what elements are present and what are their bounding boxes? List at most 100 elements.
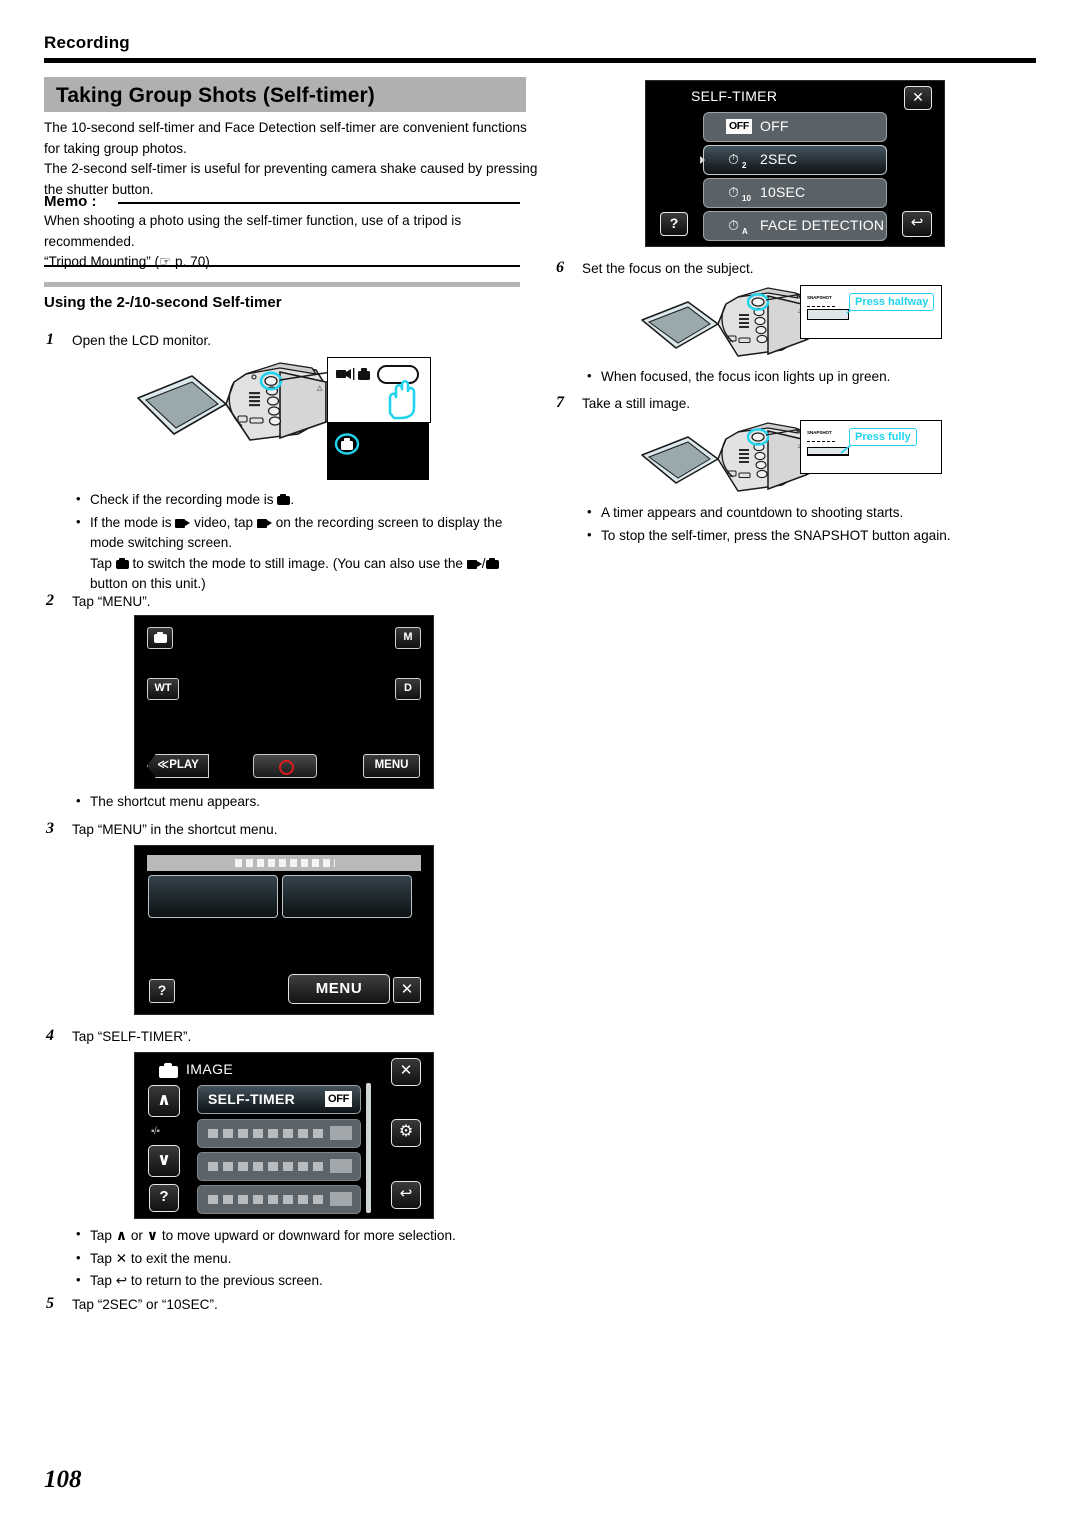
- help-button[interactable]: ?: [660, 212, 688, 236]
- bullet-text-e: to switch the mode to still image. (You …: [132, 555, 463, 571]
- shortcut-header-bar: [147, 855, 421, 871]
- manual-page: Recording Taking Group Shots (Self-timer…: [0, 0, 1080, 1527]
- header-rule: [44, 58, 1036, 63]
- section-divider: [44, 282, 520, 287]
- timer-2sec-subscript: 2: [742, 161, 747, 170]
- scroll-down-button[interactable]: ∨: [148, 1145, 180, 1177]
- bullet-text-a: Tap: [90, 1273, 112, 1288]
- play-button[interactable]: ≪PLAY: [147, 754, 209, 778]
- still-image-icon-menu: [159, 1063, 178, 1078]
- mode-switch-mini-screen: [327, 422, 429, 480]
- menu-row-blurred-1[interactable]: [197, 1119, 361, 1148]
- intro-text: The 10-second self-timer and Face Detect…: [44, 118, 544, 200]
- step-3-number: 3: [46, 820, 54, 837]
- bullet-text-a: Tap: [90, 1228, 112, 1243]
- menu-row-blurred-3[interactable]: [197, 1185, 361, 1214]
- bullet-mode-switch: If the mode is video, tap on the recordi…: [74, 512, 529, 595]
- bullet-text-b: or: [130, 1228, 143, 1243]
- blurred-label: [208, 1129, 323, 1138]
- bullet-timer-countdown: A timer appears and countdown to shootin…: [585, 502, 1010, 524]
- manual-mode-badge[interactable]: M: [395, 627, 421, 649]
- self-timer-menu-title: SELF-TIMER: [691, 88, 778, 104]
- step-6-bullets: When focused, the focus icon lights up i…: [585, 366, 1005, 390]
- bullet-text-end: .: [290, 492, 295, 507]
- step-7-bullets: A timer appears and countdown to shootin…: [585, 502, 1010, 548]
- step-6-number: 6: [556, 259, 564, 276]
- scroll-up-button[interactable]: ∧: [148, 1085, 180, 1117]
- bullet-text-a: Tap: [90, 1250, 112, 1266]
- bullet-text-g: button on this unit.): [90, 576, 206, 591]
- blurred-value: [330, 1159, 352, 1173]
- menu-row-blurred-2[interactable]: [197, 1152, 361, 1181]
- self-timer-option-face-detection[interactable]: ⏱ A FACE DETECTION: [703, 211, 887, 241]
- page-number: 108: [44, 1466, 82, 1493]
- chapter-heading: Recording: [44, 33, 130, 52]
- close-icon[interactable]: ✕: [391, 1058, 421, 1086]
- step-2-bullets: The shortcut menu appears.: [74, 791, 529, 815]
- help-button[interactable]: ?: [149, 1184, 179, 1212]
- self-timer-option-10sec[interactable]: ⏱ 10 10SEC: [703, 178, 887, 208]
- close-icon[interactable]: ✕: [904, 86, 932, 110]
- still-image-icon-badge: [153, 632, 167, 643]
- face-detect-subscript: A: [742, 227, 748, 236]
- selection-arrow-icon: [700, 156, 705, 164]
- record-button[interactable]: [253, 754, 317, 778]
- memo-label: Memo :: [44, 193, 97, 210]
- gear-icon[interactable]: ⚙: [391, 1119, 421, 1147]
- shortcut-tile-1[interactable]: [148, 875, 278, 918]
- close-x-icon: ✕: [115, 1250, 128, 1266]
- bullet-text-b: to exit the menu.: [130, 1250, 232, 1266]
- shortcut-tile-2[interactable]: [282, 875, 412, 918]
- step-3-text: Tap “MENU” in the shortcut menu.: [72, 822, 278, 837]
- bullet-check-mode: Check if the recording mode is .: [74, 489, 529, 511]
- still-mode-badge[interactable]: [147, 627, 173, 649]
- page-title-band: Taking Group Shots (Self-timer): [44, 77, 526, 112]
- face-detect-timer-icon: ⏱: [728, 217, 739, 233]
- menu-row-self-timer[interactable]: SELF-TIMER OFF: [197, 1085, 361, 1114]
- video-mode-icon-2: [256, 517, 272, 528]
- bullet-scroll: Tap ∧ or ∨ to move upward or downward fo…: [74, 1224, 534, 1247]
- help-button[interactable]: ?: [149, 979, 175, 1003]
- self-timer-value-badge: OFF: [325, 1091, 352, 1107]
- lcd-self-timer-menu: SELF-TIMER ✕ OFF OFF ⏱ 2 2SEC ⏱ 10 10SEC…: [645, 80, 945, 247]
- video-mode-icon-3: [466, 558, 482, 569]
- scrollbar-thumb[interactable]: [366, 1083, 371, 1213]
- display-badge[interactable]: D: [395, 678, 421, 700]
- menu-button[interactable]: MENU: [363, 754, 420, 778]
- blurred-label: [208, 1195, 323, 1204]
- self-timer-option-off[interactable]: OFF OFF: [703, 112, 887, 142]
- memo-text: When shooting a photo using the self-tim…: [44, 211, 544, 273]
- intro-paragraph-1: The 10-second self-timer and Face Detect…: [44, 120, 527, 156]
- zoom-badge[interactable]: WT: [147, 678, 179, 700]
- bullet-stop-timer: To stop the self-timer, press the SNAPSH…: [585, 525, 1010, 547]
- bullet-focus-green: When focused, the focus icon lights up i…: [585, 366, 1005, 388]
- press-fully-label: Press fully: [849, 428, 917, 446]
- back-icon[interactable]: ↩: [391, 1181, 421, 1209]
- bullet-text-a: If the mode is: [90, 514, 172, 530]
- step-7-text: Take a still image.: [582, 396, 691, 411]
- close-icon[interactable]: ✕: [393, 977, 421, 1003]
- option-label: OFF: [760, 118, 789, 134]
- self-timer-option-2sec[interactable]: ⏱ 2 2SEC: [700, 145, 887, 175]
- page-title: Taking Group Shots (Self-timer): [56, 84, 375, 107]
- step-1-number: 1: [46, 331, 54, 348]
- up-arrow-icon: ∧: [115, 1227, 128, 1243]
- memo-rule: [118, 202, 520, 204]
- memo-reference: “Tripod Mounting” (☞ p. 70): [44, 254, 210, 269]
- step-4-bullets: Tap ∧ or ∨ to move upward or downward fo…: [74, 1224, 534, 1294]
- bullet-text-b: to return to the previous screen.: [130, 1273, 323, 1288]
- option-label: 2SEC: [760, 151, 798, 167]
- off-badge-icon: OFF: [726, 119, 752, 134]
- step-2-number: 2: [46, 592, 54, 609]
- still-image-icon-2: [115, 557, 129, 569]
- shortcut-menu-button[interactable]: MENU: [288, 974, 390, 1004]
- bullet-text-c: to move upward or downward for more sele…: [161, 1228, 456, 1243]
- back-arrow-icon: ↩: [115, 1273, 128, 1288]
- bullet-exit: Tap ✕ to exit the menu.: [74, 1248, 534, 1270]
- step-4-text: Tap “SELF-TIMER”.: [72, 1029, 192, 1044]
- menu-row-label: SELF-TIMER: [208, 1091, 295, 1107]
- bullet-return: Tap ↩ to return to the previous screen.: [74, 1270, 534, 1292]
- bullet-text-b: video, tap: [194, 514, 254, 530]
- image-menu-title: IMAGE: [186, 1061, 234, 1077]
- back-icon[interactable]: ↩: [902, 211, 932, 237]
